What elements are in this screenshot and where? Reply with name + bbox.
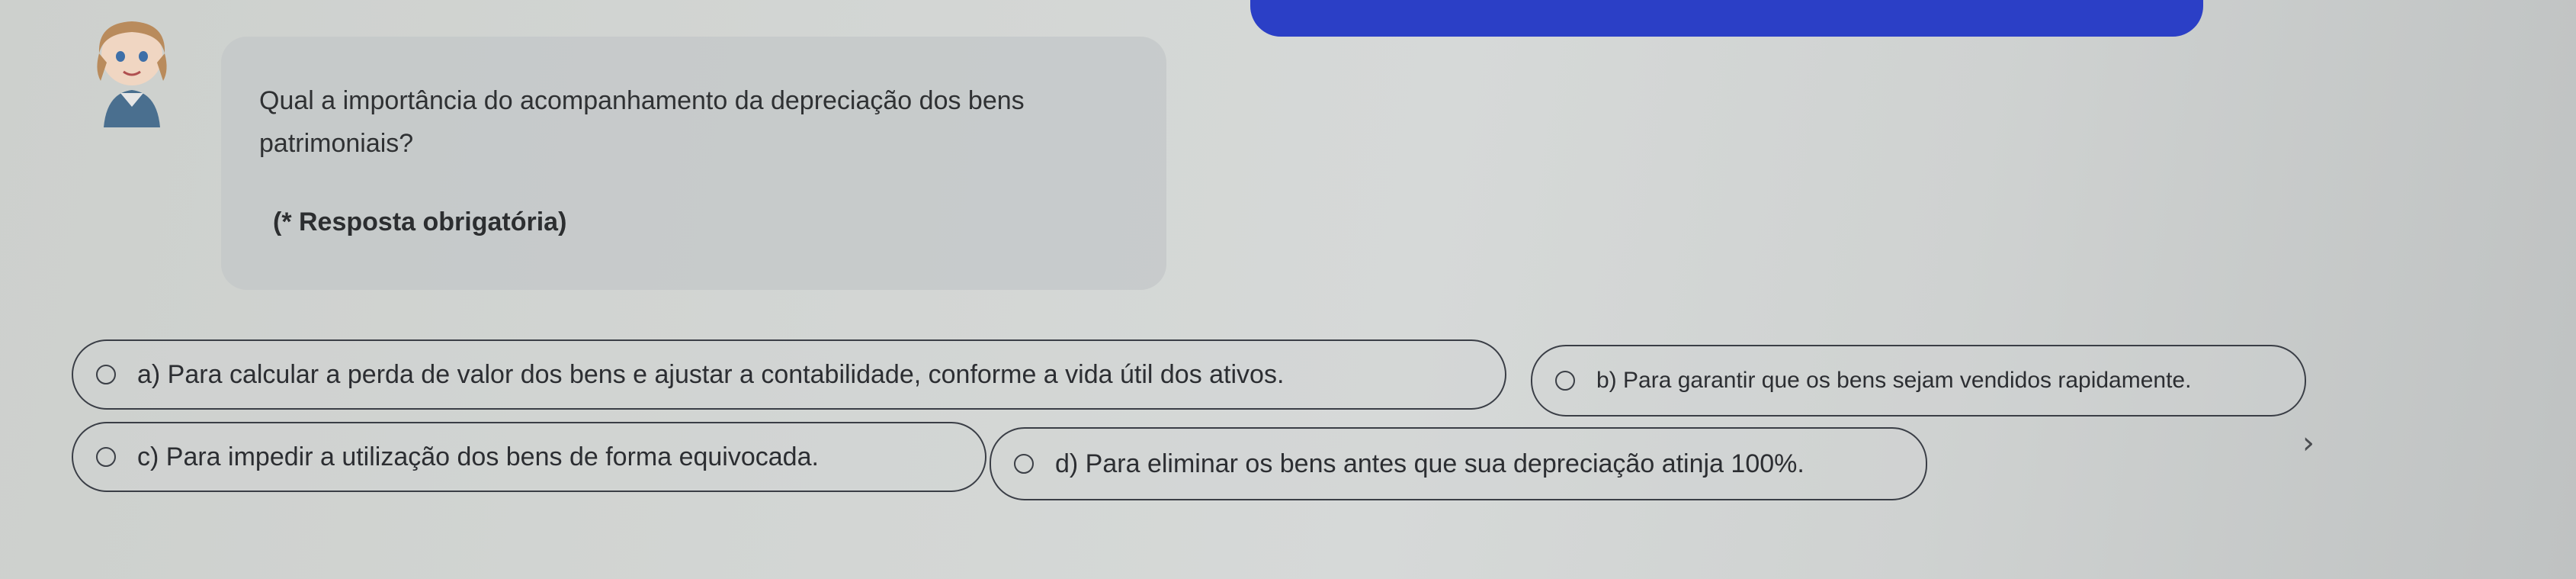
chevron-right-icon[interactable]: › [2302,426,2315,461]
option-c-label: c) Para impedir a utilização dos bens de… [137,442,819,471]
avatar-icon [97,21,167,127]
option-c[interactable]: c) Para impedir a utilização dos bens de… [72,422,986,492]
header-accent-bar [1250,0,2203,37]
option-b-label: b) Para garantir que os bens sejam vendi… [1596,368,2192,393]
radio-icon[interactable] [1555,371,1575,391]
option-a[interactable]: a) Para calcular a perda de valor dos be… [72,339,1506,410]
required-note: (* Resposta obrigatória) [273,207,567,236]
radio-icon[interactable] [96,365,116,384]
option-d[interactable]: d) Para eliminar os bens antes que sua d… [990,427,1927,500]
option-d-label: d) Para eliminar os bens antes que sua d… [1055,449,1804,478]
question-text: Qual a importância do acompanhamento da … [259,86,1025,158]
radio-icon[interactable] [96,447,116,467]
radio-icon[interactable] [1014,454,1034,474]
option-b[interactable]: b) Para garantir que os bens sejam vendi… [1531,345,2306,417]
option-a-label: a) Para calcular a perda de valor dos be… [137,359,1285,389]
